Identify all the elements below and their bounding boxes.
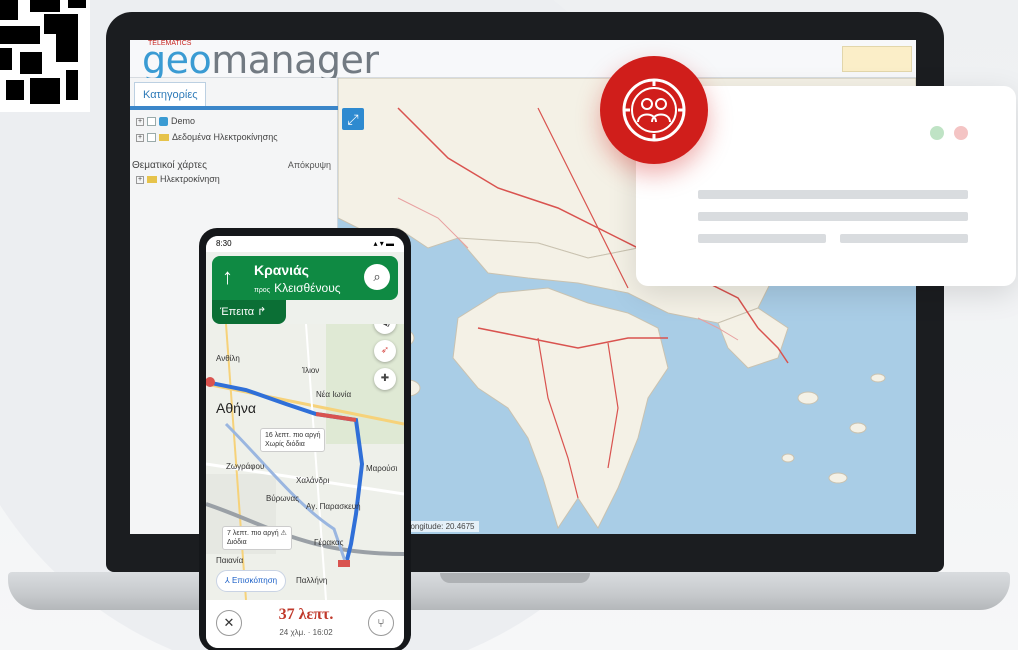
toward-name: Κλεισθένους <box>274 281 341 295</box>
navigation-map[interactable]: Αθήνα Ανθίλη Ίλιον Νέα Ιωνία Χαλάνδρι Μα… <box>206 324 404 600</box>
window-dot-green <box>930 126 944 140</box>
search-icon[interactable]: ⌕ <box>364 264 390 290</box>
tab-underline <box>130 106 338 110</box>
placeholder-line <box>698 190 968 199</box>
hide-link[interactable]: Απόκρυψη <box>288 160 331 170</box>
route-hint-line1: 7 λεπτ. πιο αργή ⚠ <box>227 530 287 537</box>
place-label: Παιανία <box>216 556 244 565</box>
coordinate-readout: Longitude: 20.4675 <box>402 521 479 532</box>
eta-time: 37 λεπτ. <box>278 606 334 623</box>
app-header: TELEMATICS geomanager <box>130 40 916 82</box>
expand-map-button[interactable]: ⤢ <box>342 108 364 130</box>
status-icons: ▴ ▾ ▬ <box>373 239 394 248</box>
tree-item-emobility[interactable]: + Ηλεκτροκίνηση <box>136 174 220 184</box>
alt-route-hint[interactable]: 16 λεπτ. πιο αργή Χωρίς διόδια <box>260 428 326 452</box>
route-hint-line1: 16 λεπτ. πιο αργή <box>265 432 321 439</box>
place-label: Ανθίλη <box>216 354 240 363</box>
tree-item-label: Ηλεκτροκίνηση <box>160 174 220 184</box>
place-label: Ίλιον <box>302 366 320 375</box>
alt-route-hint[interactable]: 7 λεπτ. πιο αργή ⚠ Διόδια <box>222 526 292 550</box>
alternate-routes-icon[interactable]: ⑂ <box>368 610 394 636</box>
status-time: 8:30 <box>216 239 232 248</box>
place-label: Βύρωνας <box>266 494 299 503</box>
placeholder-line <box>698 234 826 243</box>
place-label: Μαρούσι <box>366 464 398 473</box>
toward-street: προς Κλεισθένους <box>254 281 341 295</box>
layer-checkbox[interactable] <box>147 117 156 127</box>
folder-icon <box>147 176 157 184</box>
compass-icon[interactable]: ➶ <box>374 340 396 362</box>
place-label: Χαλάνδρι <box>296 476 330 485</box>
tab-categories[interactable]: Κατηγορίες <box>134 82 206 106</box>
report-button[interactable]: ✚ <box>374 368 396 390</box>
place-label: Ζωγράφου <box>226 462 265 471</box>
laptop-notch <box>440 573 590 583</box>
place-label: Νέα Ιωνία <box>316 390 352 399</box>
then-instruction-chip[interactable]: Έπειτα ↱ <box>212 300 286 324</box>
turn-instruction-card[interactable]: ↑ Κρανιάς προς Κλεισθένους ⌕ <box>212 256 398 300</box>
tree-item-label: Δεδομένα Ηλεκτροκίνησης <box>172 132 278 142</box>
placeholder-line <box>698 212 968 221</box>
arrow-up-icon: ↑ <box>222 264 233 289</box>
window-dot-red <box>954 126 968 140</box>
expand-icon[interactable]: + <box>136 175 144 184</box>
place-label: Αγ. Παρασκευή <box>306 502 361 511</box>
geomanager-logo[interactable]: geomanager <box>142 40 379 82</box>
place-label: Γέρακας <box>314 538 344 547</box>
thematic-maps-title: Θεματικοί χάρτες <box>132 160 207 171</box>
phone-screen: 8:30 ▴ ▾ ▬ Αθήνα Ανθίλη Ίλιον Νέα Ιωνία … <box>206 236 404 648</box>
next-street: Κρανιάς <box>254 262 309 278</box>
hero-stage: TELEMATICS geomanager Κατηγορίες + Demo +… <box>0 0 1018 650</box>
logo-prefix: geo <box>142 40 212 82</box>
tree-item-demo[interactable]: + Demo <box>136 116 196 127</box>
placeholder-line <box>840 234 968 243</box>
layer-checkbox[interactable] <box>147 133 156 143</box>
expand-icon[interactable]: + <box>136 117 144 126</box>
folder-icon <box>159 134 169 142</box>
qr-code <box>0 0 90 112</box>
overview-button[interactable]: ⅄ Επισκόπηση <box>216 570 286 592</box>
header-info-box <box>842 46 912 72</box>
close-icon[interactable]: ✕ <box>216 610 242 636</box>
users-circle-icon <box>600 56 708 164</box>
tree-item-label: Demo <box>171 116 196 126</box>
route-hint-line2: Χωρίς διόδια <box>265 441 305 448</box>
map-layer-icon <box>159 117 168 127</box>
trip-summary-bar: ✕ 37 λεπτ. 24 χλμ. · 16:02 ⑂ <box>206 600 404 648</box>
eta-details: 24 χλμ. · 16:02 <box>279 628 333 637</box>
toward-prefix: προς <box>254 287 271 294</box>
route-hint-line2: Διόδια <box>227 539 247 546</box>
status-bar: 8:30 ▴ ▾ ▬ <box>206 236 404 252</box>
place-label: Παλλήνη <box>296 576 328 585</box>
expand-icon[interactable]: + <box>136 133 144 142</box>
city-label: Αθήνα <box>216 400 257 416</box>
tree-item-emobility-data[interactable]: + Δεδομένα Ηλεκτροκίνησης <box>136 132 278 143</box>
logo-suffix: manager <box>211 40 379 82</box>
